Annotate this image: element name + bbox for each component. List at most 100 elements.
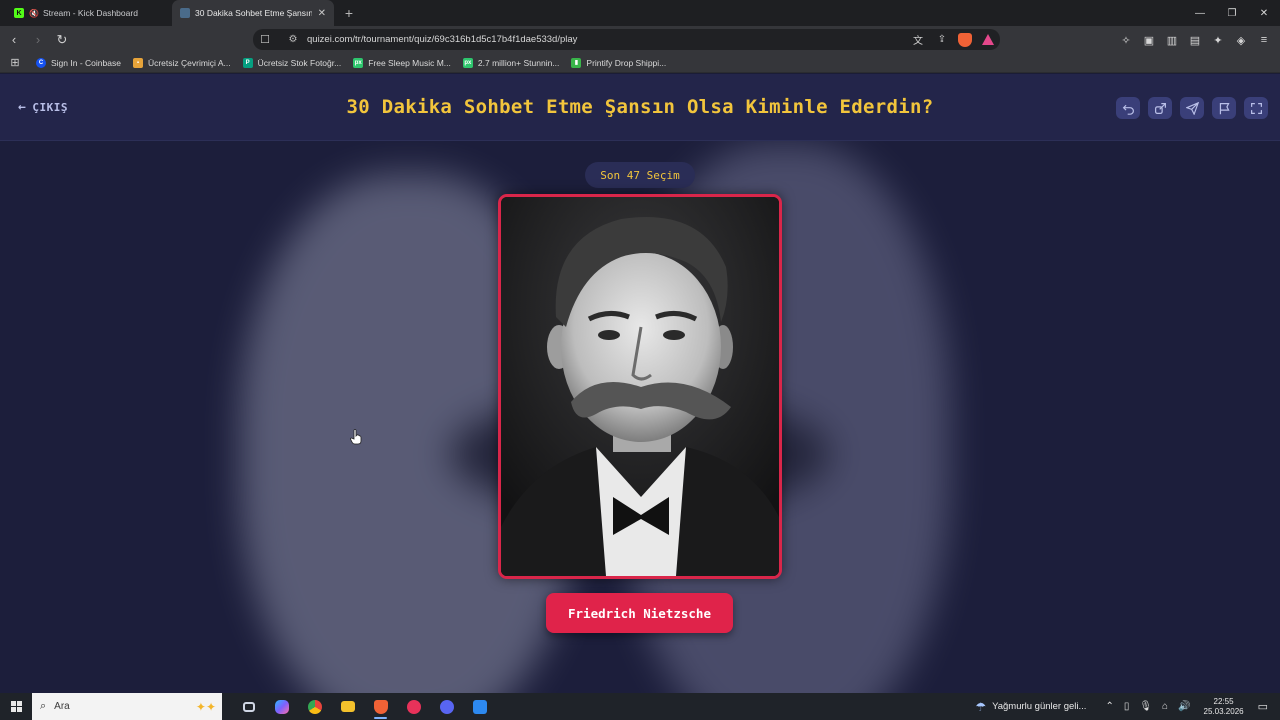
bookmark-stok-fotograf[interactable]: P Ücretsiz Stok Fotoğr... bbox=[242, 57, 342, 68]
restore-icon[interactable]: ❐ bbox=[1216, 0, 1248, 26]
send-icon bbox=[1185, 101, 1199, 115]
bookmark-label: Ücretsiz Çevrimiçi A... bbox=[147, 57, 231, 68]
search-highlight-icon: ✦✦ bbox=[195, 699, 216, 714]
search-icon: ⌕ bbox=[40, 700, 47, 712]
bookmark-coinbase[interactable]: C Sign In - Coinbase bbox=[36, 57, 121, 68]
store-button[interactable] bbox=[463, 693, 496, 720]
copilot-button[interactable] bbox=[265, 693, 298, 720]
bookmark-ucretsiz-cevrimici[interactable]: ▪ Ücretsiz Çevrimiçi A... bbox=[132, 57, 231, 68]
pixabay-icon: px bbox=[353, 57, 364, 68]
translate-icon[interactable]: 文 bbox=[906, 32, 930, 47]
rain-umbrella-icon[interactable]: ☂ bbox=[975, 700, 986, 714]
report-button[interactable] bbox=[1212, 97, 1236, 119]
discord-icon bbox=[439, 699, 454, 714]
media-player-icon bbox=[406, 699, 421, 714]
file-explorer-button[interactable] bbox=[331, 693, 364, 720]
brave-rewards-icon[interactable] bbox=[982, 34, 994, 45]
site-info-icon[interactable]: ⚙ bbox=[285, 34, 301, 45]
device-icon[interactable]: ▯ bbox=[1124, 701, 1130, 712]
reload-icon[interactable]: ↻ bbox=[52, 30, 72, 50]
tab-kick-dashboard[interactable]: K 🔇 Stream - Kick Dashboard bbox=[6, 0, 168, 26]
hand-cursor-icon bbox=[350, 429, 362, 445]
bookmark-stunning[interactable]: px 2.7 million+ Stunnin... bbox=[462, 57, 560, 68]
url-text[interactable]: quizei.com/tr/tournament/quiz/69c316b1d5… bbox=[307, 34, 906, 45]
volume-icon[interactable]: 🔊 bbox=[1178, 701, 1190, 712]
windows-logo-icon bbox=[10, 701, 22, 712]
chrome-button[interactable] bbox=[298, 693, 331, 720]
screenshot-icon[interactable]: ▣ bbox=[1139, 30, 1159, 50]
bookmark-label: 2.7 million+ Stunnin... bbox=[477, 57, 560, 68]
taskbar-search[interactable]: ⌕ Ara ✦✦ bbox=[32, 693, 222, 720]
bookmark-sleep-music[interactable]: px Free Sleep Music M... bbox=[353, 57, 451, 68]
candidate-name-button[interactable]: Friedrich Nietzsche bbox=[546, 593, 733, 633]
start-button[interactable] bbox=[0, 693, 32, 720]
extensions-icon[interactable]: ✧ bbox=[1116, 30, 1136, 50]
file-explorer-icon bbox=[340, 701, 355, 712]
media-player-button[interactable] bbox=[397, 693, 430, 720]
tab-title: 30 Dakika Sohbet Etme Şansın O bbox=[195, 8, 312, 18]
bookmarks-bar: ⊞ C Sign In - Coinbase ▪ Ücretsiz Çevrim… bbox=[0, 53, 1280, 73]
printify-icon: ▮ bbox=[571, 57, 582, 68]
copilot-icon bbox=[274, 699, 289, 714]
undo-icon bbox=[1122, 104, 1134, 115]
clock-time: 22:55 bbox=[1213, 696, 1234, 706]
leo-ai-icon[interactable]: ✦ bbox=[1208, 30, 1228, 50]
bookmark-label: Ücretsiz Stok Fotoğr... bbox=[257, 57, 342, 68]
notification-icon[interactable]: ▭ bbox=[1258, 700, 1268, 713]
microphone-icon[interactable]: 🎙 bbox=[1139, 701, 1152, 712]
window-controls: — ❐ ✕ bbox=[1184, 0, 1280, 26]
apps-grid-icon[interactable]: ⊞ bbox=[6, 56, 24, 69]
back-icon[interactable]: ‹ bbox=[4, 30, 24, 50]
chrome-icon bbox=[307, 699, 322, 714]
address-bar[interactable]: ☐ ⚙ quizei.com/tr/tournament/quiz/69c316… bbox=[253, 29, 1000, 50]
sidebar-icon[interactable]: ▥ bbox=[1162, 30, 1182, 50]
bookmark-label: Free Sleep Music M... bbox=[368, 57, 451, 68]
bookmark-icon[interactable]: ☐ bbox=[257, 33, 273, 46]
brave-shields-icon[interactable] bbox=[958, 32, 972, 47]
share-page-icon[interactable]: ⇪ bbox=[930, 34, 954, 45]
tab-quizei[interactable]: 30 Dakika Sohbet Etme Şansın O ✕ bbox=[172, 0, 334, 26]
vpn-icon[interactable]: ◈ bbox=[1231, 30, 1251, 50]
close-window-icon[interactable]: ✕ bbox=[1248, 0, 1280, 26]
discord-button[interactable] bbox=[430, 693, 463, 720]
menu-icon[interactable]: ≡ bbox=[1254, 30, 1274, 50]
undo-button[interactable] bbox=[1116, 97, 1140, 119]
quiz-page: ← ÇIKIŞ 30 Dakika Sohbet Etme Şansın Ols… bbox=[0, 74, 1280, 693]
task-view-icon bbox=[242, 701, 255, 712]
forward-icon[interactable]: › bbox=[28, 30, 48, 50]
pexels-icon: P bbox=[242, 57, 253, 68]
muted-speaker-icon[interactable]: 🔇 bbox=[29, 9, 39, 18]
candidate-photo-card[interactable] bbox=[498, 194, 782, 579]
brave-icon bbox=[373, 699, 388, 714]
kick-icon: K bbox=[14, 8, 24, 18]
browser-tab-strip: K 🔇 Stream - Kick Dashboard 30 Dakika So… bbox=[0, 0, 1280, 26]
coinbase-icon: C bbox=[36, 57, 46, 68]
minimize-icon[interactable]: — bbox=[1184, 0, 1216, 26]
quiz-title: 30 Dakika Sohbet Etme Şansın Olsa Kiminl… bbox=[346, 96, 934, 118]
bookmark-label: Sign In - Coinbase bbox=[51, 57, 121, 68]
task-view-button[interactable] bbox=[232, 693, 265, 720]
wallet-icon[interactable]: ▤ bbox=[1185, 30, 1205, 50]
close-tab-icon[interactable]: ✕ bbox=[318, 8, 326, 19]
bookmark-printify[interactable]: ▮ Printify Drop Shippi... bbox=[571, 57, 666, 68]
search-placeholder: Ara bbox=[54, 701, 70, 712]
system-tray: ☂ Yağmurlu günler geli... ⌃ ▯ 🎙 ⌂ 🔊 22:5… bbox=[975, 693, 1280, 720]
browser-toolbar: ‹ › ↻ ☐ ⚙ quizei.com/tr/tournament/quiz/… bbox=[0, 26, 1280, 53]
brave-button[interactable] bbox=[364, 693, 397, 720]
share-button[interactable] bbox=[1148, 97, 1172, 119]
fullscreen-button[interactable] bbox=[1244, 97, 1268, 119]
send-button[interactable] bbox=[1180, 97, 1204, 119]
network-icon[interactable]: ⌂ bbox=[1162, 701, 1168, 712]
weather-text[interactable]: Yağmurlu günler geli... bbox=[992, 701, 1086, 712]
quizei-icon bbox=[180, 8, 190, 18]
fullscreen-icon bbox=[1250, 102, 1262, 114]
new-tab-button[interactable]: + bbox=[338, 0, 360, 26]
quiz-header: ← ÇIKIŞ 30 Dakika Sohbet Etme Şansın Ols… bbox=[0, 74, 1280, 141]
round-badge: Son 47 Seçim bbox=[585, 162, 695, 188]
store-icon bbox=[472, 699, 487, 714]
candidate-portrait bbox=[501, 197, 779, 576]
flag-icon bbox=[1219, 102, 1230, 114]
toolbar-right-icons: ✧ ▣ ▥ ▤ ✦ ◈ ≡ bbox=[1113, 30, 1274, 50]
chevron-up-icon[interactable]: ⌃ bbox=[1105, 701, 1113, 712]
clock[interactable]: 22:55 25.03.2026 bbox=[1204, 697, 1244, 717]
